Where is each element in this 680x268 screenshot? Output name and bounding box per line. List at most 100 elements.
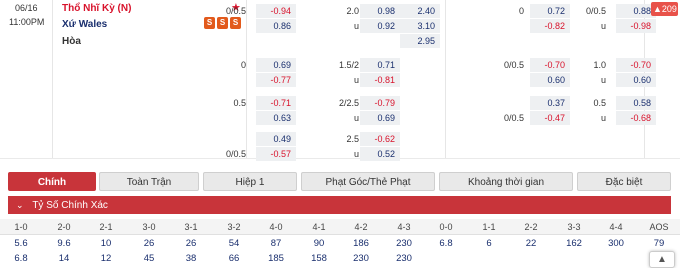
score-odds[interactable]: 90 — [298, 237, 340, 251]
odds-value[interactable]: -0.57 — [256, 147, 296, 161]
odds-value[interactable]: -0.68 — [616, 111, 656, 125]
flag-count-badge[interactable]: ▲209 — [651, 2, 678, 16]
score-header: 4-0 — [269, 222, 283, 232]
score-odds[interactable]: 54 — [213, 237, 255, 251]
odds-value[interactable]: -0.70 — [616, 58, 656, 72]
score-odds[interactable]: 6 — [468, 237, 510, 251]
score-odds[interactable] — [468, 252, 510, 266]
odds-value[interactable]: -0.71 — [256, 96, 296, 110]
handicap-line: 0 — [240, 60, 246, 70]
score-header: 3-1 — [184, 222, 198, 232]
odds-value[interactable]: -0.79 — [360, 96, 400, 110]
odds-value[interactable]: 0.60 — [530, 73, 570, 87]
odds-value[interactable]: 0.49 — [256, 132, 296, 146]
score-header: 2-0 — [57, 222, 71, 232]
odds-value[interactable]: 0.72 — [530, 4, 570, 18]
odds-value[interactable]: 0.60 — [616, 73, 656, 87]
odds-value[interactable]: 0.98 — [360, 4, 400, 18]
odds-value[interactable]: -0.94 — [256, 4, 296, 18]
match-time: 11:00PM — [9, 17, 45, 27]
odds-badge-icon[interactable]: S — [217, 17, 228, 29]
score-odds[interactable]: 5.6 — [0, 237, 42, 251]
tab-full-match[interactable]: Toàn Trận — [99, 172, 199, 191]
score-odds[interactable] — [425, 252, 467, 266]
score-odds[interactable]: 45 — [128, 252, 170, 266]
score-odds[interactable]: 158 — [298, 252, 340, 266]
score-odds[interactable]: 230 — [383, 237, 425, 251]
score-header: 4-3 — [397, 222, 411, 232]
odds-value[interactable]: 2.95 — [400, 34, 440, 48]
score-odds[interactable]: 26 — [170, 237, 212, 251]
handicap-line: 0/0.5 — [503, 60, 524, 70]
score-odds[interactable]: 6.8 — [425, 237, 467, 251]
odds-value[interactable]: 0.69 — [360, 111, 400, 125]
tab-first-half[interactable]: Hiệp 1 — [203, 172, 297, 191]
odds-value[interactable]: 0.58 — [616, 96, 656, 110]
odds-value[interactable]: 0.37 — [530, 96, 570, 110]
handicap-line: u — [600, 21, 606, 31]
live-badge-icon[interactable]: S — [230, 17, 241, 29]
score-odds[interactable] — [553, 252, 595, 266]
column-divider — [445, 0, 446, 158]
odds-value[interactable]: 0.71 — [360, 58, 400, 72]
score-header: 1-0 — [14, 222, 28, 232]
handicap-line: 0/0.5 — [503, 113, 524, 123]
score-odds[interactable]: 6.8 — [0, 252, 42, 266]
odds-value[interactable]: -0.70 — [530, 58, 570, 72]
odds-value[interactable]: -0.98 — [616, 19, 656, 33]
column-divider — [52, 0, 53, 158]
score-odds[interactable]: 22 — [510, 237, 552, 251]
score-header: 3-0 — [142, 222, 156, 232]
score-header: 2-2 — [524, 222, 538, 232]
tab-time-period[interactable]: Khoảng thời gian — [439, 172, 573, 191]
score-odds[interactable]: 26 — [128, 237, 170, 251]
odds-value[interactable]: -0.82 — [530, 19, 570, 33]
scroll-to-top-button[interactable]: ▲ — [649, 251, 675, 268]
score-odds[interactable] — [510, 252, 552, 266]
odds-value[interactable]: 0.88 — [616, 4, 656, 18]
odds-value[interactable]: 0.92 — [360, 19, 400, 33]
score-odds[interactable]: 186 — [340, 237, 382, 251]
stats-badge-icon[interactable]: S — [204, 17, 215, 29]
away-team[interactable]: Xứ Wales — [62, 19, 107, 30]
score-odds[interactable]: 14 — [43, 252, 85, 266]
score-odds[interactable]: 87 — [255, 237, 297, 251]
odds-value[interactable]: 0.86 — [256, 19, 296, 33]
score-odds[interactable]: 300 — [595, 237, 637, 251]
odds-value[interactable]: -0.77 — [256, 73, 296, 87]
score-odds[interactable]: 162 — [553, 237, 595, 251]
handicap-line: 0/0.5 — [225, 6, 246, 16]
correct-score-header[interactable]: ⌄ Tỷ Số Chính Xác — [8, 196, 671, 214]
odds-value[interactable]: 3.10 — [400, 19, 440, 33]
score-odds[interactable]: 38 — [170, 252, 212, 266]
handicap-line: 2.5 — [346, 134, 359, 144]
tab-main[interactable]: Chính — [8, 172, 96, 191]
odds-value[interactable]: -0.47 — [530, 111, 570, 125]
odds-value[interactable]: -0.62 — [360, 132, 400, 146]
odds-value[interactable]: 2.40 — [400, 4, 440, 18]
handicap-line: u — [353, 113, 359, 123]
odds-value[interactable]: 0.52 — [360, 147, 400, 161]
score-odds[interactable] — [595, 252, 637, 266]
home-team[interactable]: Thổ Nhĩ Kỳ (N) — [62, 3, 131, 14]
handicap-line: u — [600, 75, 606, 85]
score-odds[interactable]: 12 — [85, 252, 127, 266]
score-odds[interactable]: 79 — [638, 237, 680, 251]
score-odds[interactable]: 9.6 — [43, 237, 85, 251]
odds-value[interactable]: 0.63 — [256, 111, 296, 125]
tab-corners-cards[interactable]: Phạt Góc/Thẻ Phạt — [301, 172, 435, 191]
match-date: 06/16 — [15, 3, 38, 13]
score-odds[interactable]: 230 — [383, 252, 425, 266]
odds-value[interactable]: -0.81 — [360, 73, 400, 87]
score-odds[interactable]: 66 — [213, 252, 255, 266]
odds-value[interactable]: 0.69 — [256, 58, 296, 72]
handicap-line: 1.5/2 — [338, 60, 359, 70]
score-header: 4-1 — [312, 222, 326, 232]
draw-label: Hòa — [62, 36, 81, 47]
score-odds[interactable]: 10 — [85, 237, 127, 251]
score-header: 4-2 — [354, 222, 368, 232]
tab-special[interactable]: Đặc biệt — [577, 172, 671, 191]
score-odds[interactable]: 230 — [340, 252, 382, 266]
section-title: Tỷ Số Chính Xác — [32, 200, 108, 211]
score-odds[interactable]: 185 — [255, 252, 297, 266]
